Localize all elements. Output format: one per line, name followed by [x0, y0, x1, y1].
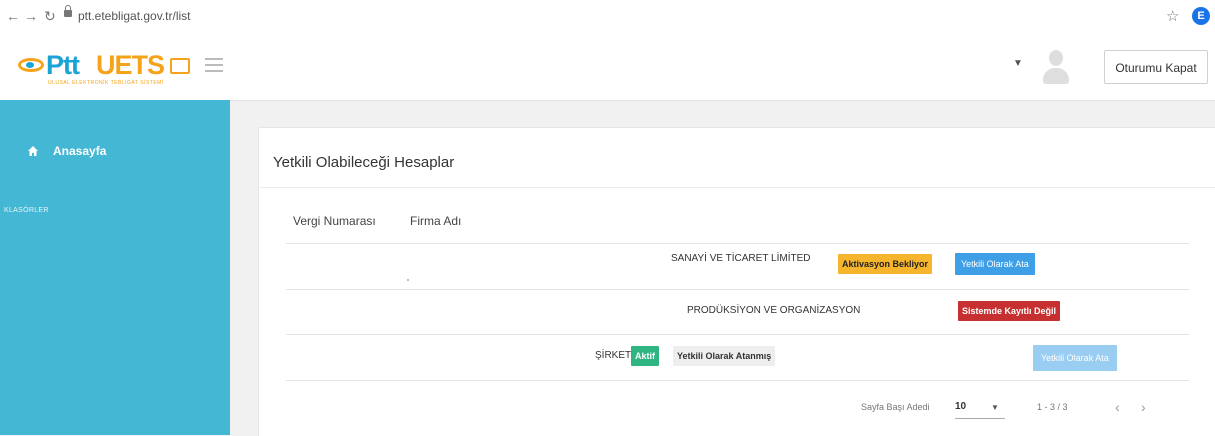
- row-divider: [286, 334, 1189, 335]
- next-page-icon[interactable]: ›: [1141, 399, 1146, 415]
- company-name: PRODÜKSİYON VE ORGANİZASYON: [687, 305, 861, 316]
- company-name: ŞİRKETİ: [595, 350, 634, 361]
- logo-tagline: ULUSAL ELEKTRONİK TEBLİGAT SİSTEMİ: [48, 80, 164, 86]
- address-bar[interactable]: ptt.etebligat.gov.tr/list: [78, 7, 191, 25]
- status-badge: Aktif: [631, 346, 659, 366]
- forward-icon[interactable]: →: [24, 8, 38, 24]
- user-avatar-icon[interactable]: [1040, 48, 1072, 86]
- back-icon[interactable]: ←: [6, 8, 20, 24]
- logo-ptt-text: Ptt: [46, 50, 80, 80]
- app-header: Ptt UETS ULUSAL ELEKTRONİK TEBLİGAT SİST…: [0, 34, 1215, 101]
- authority-badge: Yetkili Olarak Atanmış: [673, 346, 776, 366]
- sidebar: Anasayfa KLASÖRLER: [0, 100, 230, 435]
- menu-toggle-icon[interactable]: [205, 58, 223, 72]
- logo-eye-icon: [18, 58, 44, 72]
- page-title: Yetkili Olabileceği Hesaplar: [273, 154, 455, 171]
- home-icon: [28, 146, 38, 156]
- status-badge: Aktivasyon Bekliyor: [838, 254, 933, 274]
- status-badge: Sistemde Kayıtlı Değil: [958, 301, 1061, 321]
- divider: [259, 187, 1215, 188]
- page-size-select[interactable]: 10 ▼: [955, 400, 1005, 419]
- prev-page-icon[interactable]: ‹: [1115, 399, 1120, 415]
- reload-icon[interactable]: ↻: [44, 8, 56, 24]
- caret-down-icon: ▼: [991, 403, 999, 412]
- bookmark-star-icon[interactable]: ☆: [1166, 7, 1179, 25]
- browser-toolbar: ← → ↻ ptt.etebligat.gov.tr/list ☆ E: [0, 0, 1215, 35]
- logo-envelope-icon: [170, 58, 190, 74]
- row-divider: [286, 289, 1189, 290]
- logout-button[interactable]: Oturumu Kapat: [1104, 50, 1208, 84]
- accounts-card: Yetkili Olabileceği Hesaplar Vergi Numar…: [258, 127, 1215, 436]
- sidebar-item-folders[interactable]: KLASÖRLER: [4, 207, 49, 214]
- assign-authorized-button[interactable]: Yetkili Olarak Ata: [955, 253, 1035, 275]
- row-divider: [286, 380, 1189, 381]
- chevron-down-icon[interactable]: ▼: [1013, 58, 1023, 69]
- sidebar-item-label: Anasayfa: [53, 144, 107, 158]
- profile-avatar[interactable]: E: [1192, 7, 1210, 25]
- page-size-value: 10: [955, 401, 967, 412]
- row-divider: [286, 243, 1189, 244]
- company-name: SANAYİ VE TİCARET LİMİTED: [671, 253, 811, 264]
- lock-icon[interactable]: [64, 5, 72, 17]
- logo-uets-text: UETS: [96, 50, 165, 80]
- ptt-uets-logo[interactable]: Ptt UETS ULUSAL ELEKTRONİK TEBLİGAT SİST…: [14, 48, 194, 86]
- placeholder-dot: [407, 279, 409, 281]
- page-range: 1 - 3 / 3: [1037, 402, 1068, 412]
- assign-authorized-button-disabled[interactable]: Yetkili Olarak Ata: [1033, 345, 1117, 371]
- page-size-label: Sayfa Başı Adedi: [861, 402, 930, 412]
- column-header-company-name[interactable]: Firma Adı: [410, 214, 461, 228]
- column-header-tax-number[interactable]: Vergi Numarası: [293, 214, 376, 228]
